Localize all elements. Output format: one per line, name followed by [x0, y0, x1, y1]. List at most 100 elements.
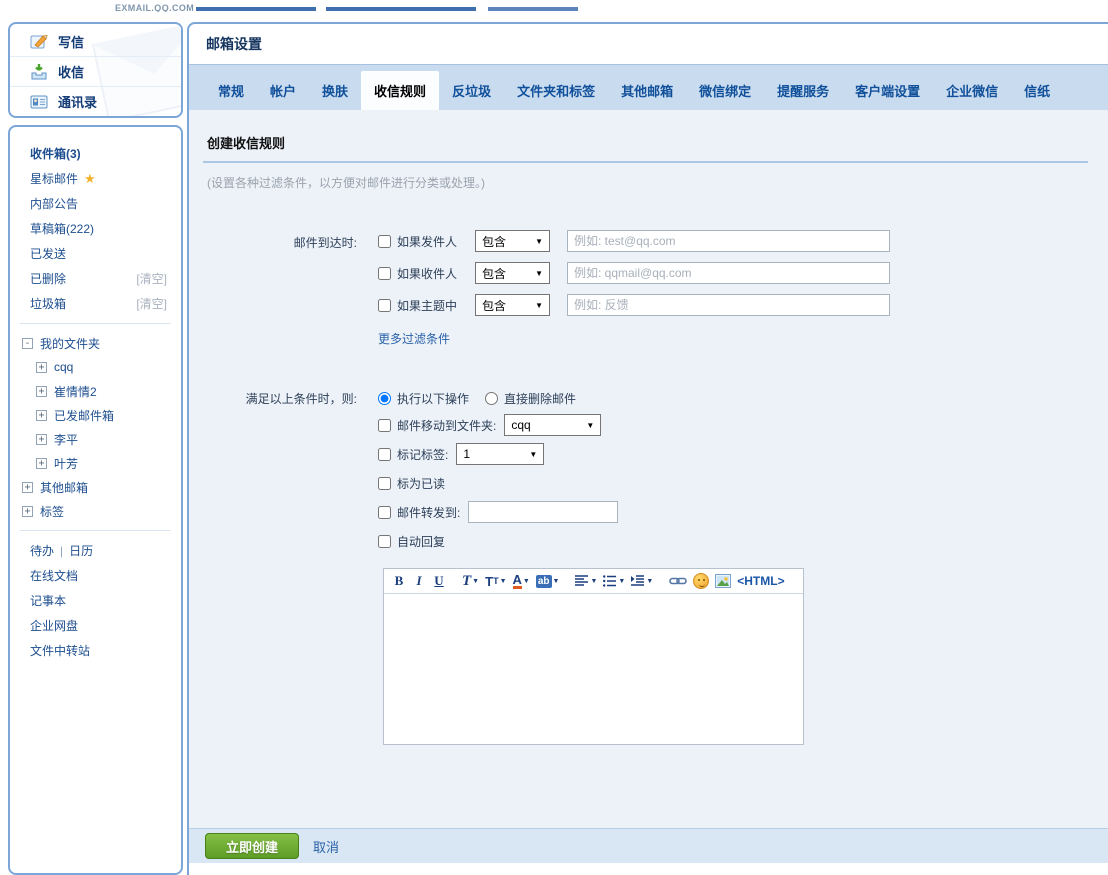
site-header: EXMAIL.QQ.COM — [0, 0, 1108, 12]
forward-checkbox[interactable] — [378, 506, 391, 519]
radio-delete-mail[interactable]: 直接删除邮件 — [485, 390, 576, 407]
empty-deleted-link[interactable]: [清空] — [136, 270, 167, 287]
subject-value-input[interactable] — [567, 294, 890, 316]
collapse-icon[interactable]: - — [22, 338, 33, 349]
folder-drafts[interactable]: 草稿箱(222) — [10, 216, 181, 241]
folder-announcements[interactable]: 内部公告 — [10, 191, 181, 216]
sender-condition-select[interactable]: 包含 — [475, 230, 550, 252]
expand-icon[interactable]: + — [36, 410, 47, 421]
calendar-link[interactable]: 日历 — [69, 542, 93, 559]
tag-select[interactable]: 1 — [456, 443, 544, 465]
online-docs-link[interactable]: 在线文档 — [10, 563, 181, 588]
italic-button[interactable]: I — [410, 571, 428, 591]
mark-read-checkbox[interactable] — [378, 477, 391, 490]
delete-radio[interactable] — [485, 392, 498, 405]
receive-label: 收信 — [58, 62, 84, 81]
tab-enterprise-wechat[interactable]: 企业微信 — [933, 71, 1011, 110]
rule-form: 创建收信规则 (设置各种过滤条件，以方便对邮件进行分类或处理。) 邮件到达时: … — [189, 110, 1108, 828]
subject-condition-select[interactable]: 包含 — [475, 294, 550, 316]
sender-checkbox[interactable] — [378, 235, 391, 248]
font-color-button[interactable]: A▼ — [511, 571, 532, 591]
expand-icon[interactable]: + — [36, 434, 47, 445]
tab-reminder-service[interactable]: 提醒服务 — [764, 71, 842, 110]
indent-button[interactable]: ▼ — [629, 571, 655, 591]
receive-mail-button[interactable]: 收信 — [10, 56, 181, 86]
recipient-checkbox[interactable] — [378, 267, 391, 280]
empty-spam-link[interactable]: [清空] — [136, 295, 167, 312]
list-icon — [603, 575, 617, 587]
notes-link[interactable]: 记事本 — [10, 588, 181, 613]
recipient-condition-select[interactable]: 包含 — [475, 262, 550, 284]
folder-spam[interactable]: 垃圾箱 [清空] — [10, 291, 181, 316]
autoreply-checkbox[interactable] — [378, 535, 391, 548]
todo-link[interactable]: 待办 — [30, 542, 54, 559]
tree-folder-cuiqingqing2[interactable]: + 崔情情2 — [10, 379, 181, 403]
move-folder-select[interactable]: cqq — [504, 414, 601, 436]
recipient-value-input[interactable] — [567, 262, 890, 284]
expand-icon[interactable]: + — [22, 482, 33, 493]
forward-address-input[interactable] — [468, 501, 618, 523]
highlight-color-button[interactable]: ab▼ — [534, 571, 562, 591]
insert-image-button[interactable] — [713, 571, 733, 591]
tab-skin[interactable]: 换肤 — [309, 71, 361, 110]
bold-button[interactable]: B — [390, 571, 408, 591]
contacts-button[interactable]: 通讯录 — [10, 86, 181, 116]
filter-row-sender: 如果发件人 包含 — [378, 230, 890, 252]
tree-other-mailboxes[interactable]: + 其他邮箱 — [10, 475, 181, 499]
tree-tags[interactable]: + 标签 — [10, 499, 181, 523]
more-filters-link[interactable]: 更多过滤条件 — [378, 330, 450, 347]
tag-row: 标记标签: 1 — [378, 443, 1088, 465]
tree-folder-sent-box[interactable]: + 已发邮件箱 — [10, 403, 181, 427]
folder-deleted[interactable]: 已删除 [清空] — [10, 266, 181, 291]
align-button[interactable]: ▼ — [573, 571, 599, 591]
expand-icon[interactable]: + — [36, 386, 47, 397]
page-title: 邮箱设置 — [189, 24, 1108, 64]
underline-button[interactable]: U — [430, 571, 448, 591]
tab-antispam[interactable]: 反垃圾 — [439, 71, 504, 110]
compose-label: 写信 — [58, 32, 84, 51]
tab-account[interactable]: 帐户 — [257, 71, 309, 110]
expand-icon[interactable]: + — [36, 458, 47, 469]
subject-checkbox[interactable] — [378, 299, 391, 312]
folder-sent[interactable]: 已发送 — [10, 241, 181, 266]
font-size-button[interactable]: TT▼ — [483, 571, 508, 591]
sender-value-input[interactable] — [567, 230, 890, 252]
subject-label: 如果主题中 — [397, 297, 475, 314]
tab-general[interactable]: 常规 — [205, 71, 257, 110]
tree-folder-cqq[interactable]: + cqq — [10, 355, 181, 379]
move-folder-checkbox[interactable] — [378, 419, 391, 432]
insert-link-button[interactable] — [667, 571, 689, 591]
indent-icon — [631, 575, 645, 587]
move-folder-label: 邮件移动到文件夹: — [397, 417, 496, 434]
tab-stationery[interactable]: 信纸 — [1011, 71, 1063, 110]
tab-client-settings[interactable]: 客户端设置 — [842, 71, 933, 110]
image-icon — [715, 574, 731, 588]
editor-body[interactable] — [384, 594, 803, 744]
tree-folder-liping[interactable]: + 李平 — [10, 427, 181, 451]
radio-execute-actions[interactable]: 执行以下操作 — [378, 390, 469, 407]
folder-starred[interactable]: 星标邮件 ★ — [10, 166, 181, 191]
tab-wechat-binding[interactable]: 微信绑定 — [686, 71, 764, 110]
html-mode-button[interactable]: <HTML> — [735, 571, 786, 591]
tab-mail-rules[interactable]: 收信规则 — [361, 71, 439, 110]
enterprise-drive-link[interactable]: 企业网盘 — [10, 613, 181, 638]
tag-checkbox[interactable] — [378, 448, 391, 461]
settings-panel: 邮箱设置 常规 帐户 换肤 收信规则 反垃圾 文件夹和标签 其他邮箱 微信绑定 … — [187, 22, 1108, 875]
list-button[interactable]: ▼ — [601, 571, 627, 591]
font-family-button[interactable]: T▼ — [460, 571, 481, 591]
tab-folders-tags[interactable]: 文件夹和标签 — [504, 71, 608, 110]
cancel-link[interactable]: 取消 — [313, 837, 339, 856]
folder-inbox[interactable]: 收件箱(3) — [10, 141, 181, 166]
create-rule-button[interactable]: 立即创建 — [205, 833, 299, 859]
divider — [20, 323, 171, 324]
tree-folder-yefang[interactable]: + 叶芳 — [10, 451, 181, 475]
settings-tabs: 常规 帐户 换肤 收信规则 反垃圾 文件夹和标签 其他邮箱 微信绑定 提醒服务 … — [189, 64, 1108, 110]
expand-icon[interactable]: + — [22, 506, 33, 517]
expand-icon[interactable]: + — [36, 362, 47, 373]
tab-other-mailboxes[interactable]: 其他邮箱 — [608, 71, 686, 110]
emoticon-button[interactable] — [691, 571, 711, 591]
compose-button[interactable]: 写信 — [10, 26, 181, 56]
tree-my-folders[interactable]: - 我的文件夹 — [10, 331, 181, 355]
file-transfer-link[interactable]: 文件中转站 — [10, 638, 181, 663]
execute-radio[interactable] — [378, 392, 391, 405]
